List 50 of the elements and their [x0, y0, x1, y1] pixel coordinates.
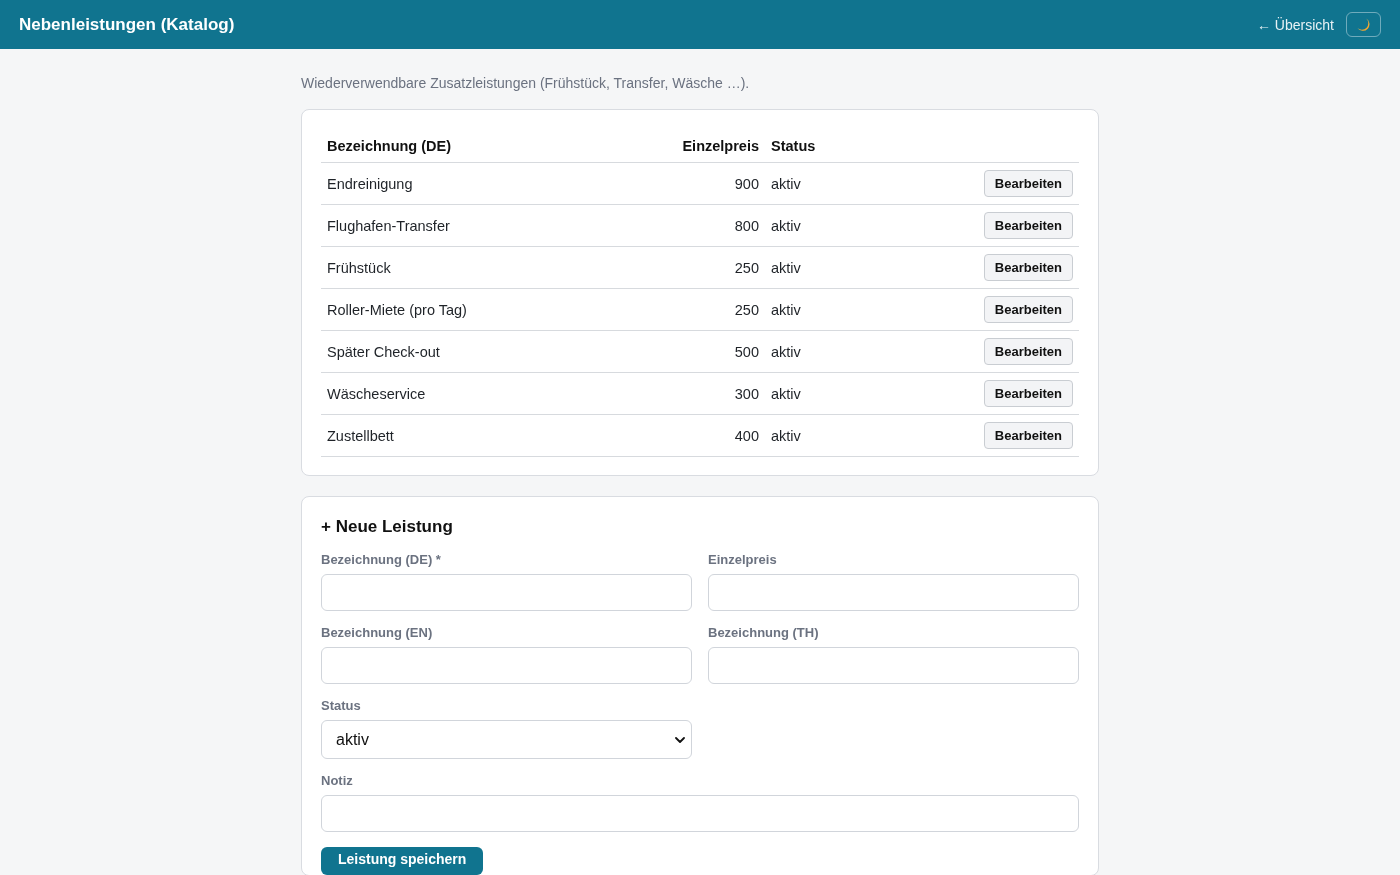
save-button[interactable]: Leistung speichern: [321, 847, 484, 875]
table-cell: aktiv: [771, 385, 801, 402]
table-cell: 400: [734, 427, 759, 444]
edit-button[interactable]: Bearbeiten: [983, 422, 1073, 449]
edit-button[interactable]: Bearbeiten: [983, 338, 1073, 365]
table-cell: Flughafen-Transfer: [327, 217, 450, 234]
table-cell: 800: [734, 217, 759, 234]
table-cell: aktiv: [771, 343, 801, 360]
table-cell: Zustellbett: [327, 427, 394, 444]
back-link[interactable]: ← Übersicht: [1256, 16, 1334, 33]
form-heading: + Neue Leistung: [321, 516, 454, 538]
table-cell: Endreinigung: [327, 175, 413, 192]
table-cell: 250: [734, 301, 759, 318]
field-label: Status: [321, 697, 361, 715]
field-label: Bezeichnung (EN): [321, 624, 433, 642]
chevron-down-icon: [675, 736, 685, 743]
input-field[interactable]: [321, 647, 692, 684]
status-select[interactable]: aktiv: [321, 720, 692, 759]
field-label: Notiz: [321, 772, 353, 790]
column-header: Einzelpreis: [682, 138, 759, 154]
edit-button[interactable]: Bearbeiten: [983, 296, 1073, 323]
column-header: Status: [771, 138, 816, 154]
edit-button[interactable]: Bearbeiten: [983, 380, 1073, 407]
table-cell: 900: [734, 175, 759, 192]
table-cell: 300: [734, 385, 759, 402]
table-cell: Später Check-out: [327, 343, 440, 360]
field-label: Bezeichnung (TH): [708, 624, 819, 642]
input-field[interactable]: [708, 574, 1079, 611]
edit-button[interactable]: Bearbeiten: [983, 254, 1073, 281]
table-cell: 250: [734, 259, 759, 276]
table-cell: Roller-Miete (pro Tag): [327, 301, 467, 318]
table-cell: aktiv: [771, 301, 801, 318]
column-header: Bezeichnung (DE): [327, 138, 452, 154]
table-cell: 500: [734, 343, 759, 360]
input-field[interactable]: [321, 795, 1079, 832]
field-label: Einzelpreis: [708, 551, 777, 569]
page-title: Nebenleistungen (Katalog): [19, 14, 235, 35]
table-cell: aktiv: [771, 217, 801, 234]
input-field[interactable]: [708, 647, 1079, 684]
edit-button[interactable]: Bearbeiten: [983, 170, 1073, 197]
input-field[interactable]: [321, 574, 692, 611]
intro-text: Wiederverwendbare Zusatzleistungen (Frühstück, Transfer, Wäsche …).: [301, 74, 751, 93]
table-cell: Wäscheservice: [327, 385, 426, 402]
table-cell: aktiv: [771, 175, 801, 192]
table-cell: aktiv: [771, 427, 801, 444]
theme-toggle-button[interactable]: [1346, 12, 1381, 37]
table-cell: Frühstück: [327, 259, 391, 276]
field-label: Bezeichnung (DE) *: [321, 551, 441, 569]
table-cell: aktiv: [771, 259, 801, 276]
edit-button[interactable]: Bearbeiten: [983, 212, 1073, 239]
